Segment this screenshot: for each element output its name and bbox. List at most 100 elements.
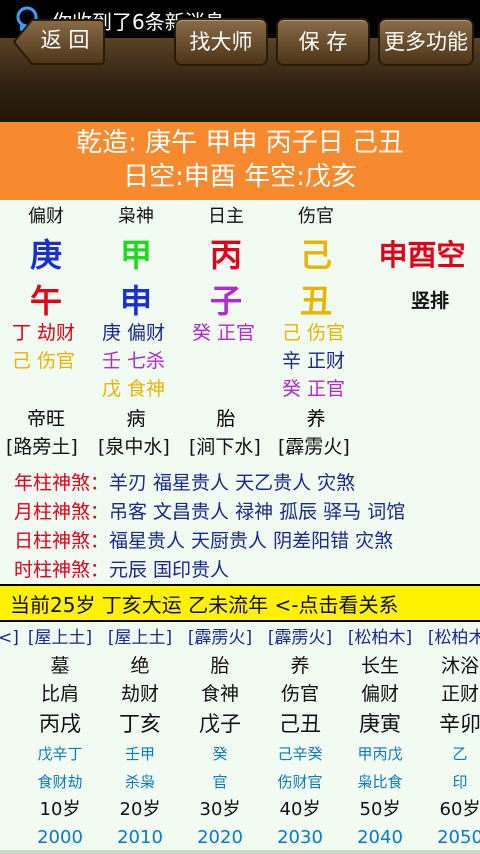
dayun-ten-god: 劫财 [120,683,159,705]
year-stem: 庚 [29,236,62,274]
dayun-column[interactable]: [松柏木] 沐浴 正财 辛卯 乙 印 60岁 2050 [418,624,480,852]
dayun-age: 50岁 [359,799,401,820]
year-hidden-stem: 己 伤官 [12,350,76,372]
shensha-label: 日柱神煞： [14,530,110,552]
year-hidden-stem: 丁 劫财 [12,322,76,344]
dayun-column[interactable]: [屋上土] 墓 比肩 丙戌 戊辛丁 食财劫 10岁 2000 [18,624,102,852]
shensha-row: 时柱神煞：元辰 国印贵人 [14,555,229,582]
dayun-column[interactable]: [霹雳火] 养 伤官 己丑 己辛癸 伤财官 40岁 2030 [258,624,342,852]
shensha-label: 年柱神煞： [14,472,110,494]
dayun-column[interactable]: [屋上土] 绝 劫财 丁亥 壬甲 杀枭 20岁 2010 [98,624,182,852]
dayun-ten-god: 伤官 [280,683,319,705]
dayun-age: 20岁 [119,799,161,820]
dayun-hidden-gods: 印 [452,773,468,791]
shensha-values: 羊刃 福星贵人 天乙贵人 灾煞 [109,472,356,494]
dayun-ganzhi: 辛卯 [439,712,480,736]
dayun-hidden-gods: 伤财官 [277,773,323,791]
dayun-age: 40岁 [279,799,321,820]
dayun-year: 2040 [357,827,403,848]
dayun-hidden-stems: 乙 [452,745,468,763]
dayun-hidden-gods: 官 [212,773,228,791]
shensha-label: 时柱神煞： [14,559,110,581]
hour-ten-god: 伤官 [298,206,334,227]
hour-life-stage: 养 [306,408,326,430]
month-stem: 甲 [119,236,152,274]
hour-nayin: [霹雳火] [278,436,350,458]
dayun-left-edge: <] [0,628,19,648]
dayun-year: 2050 [437,827,480,848]
month-hidden-stem: 庚 偏财 [102,322,166,344]
dayun-life-stage: 墓 [50,655,70,677]
dayun-nayin: [松柏木] [427,628,480,648]
dayun-age: 60岁 [439,799,480,820]
shensha-label: 月柱神煞： [14,501,110,523]
hour-stem: 己 [299,236,332,274]
month-nayin: [泉中水] [98,436,170,458]
dayun-column[interactable]: [霹雳火] 胎 食神 戊子 癸 官 30岁 2020 [178,624,262,852]
dayun-life-stage: 胎 [210,655,230,677]
day-master-label: 日主 [208,206,244,227]
back-button[interactable]: 返 回 [26,18,104,62]
hour-hidden-stem: 己 伤官 [282,322,346,344]
current-luck-bar[interactable]: 当前25岁 丁亥大运 乙未流年 <-点击看关系 [0,584,480,622]
dayun-nayin: [屋上土] [27,628,93,648]
dayun-hidden-gods: 枭比食 [357,773,403,791]
dayun-ten-god: 食神 [200,683,239,705]
year-branch: 午 [29,282,62,320]
day-nayin: [涧下水] [189,436,261,458]
more-functions-button[interactable]: 更多功能 [378,18,474,66]
dayun-year: 2020 [197,827,243,848]
month-branch: 申 [119,282,152,320]
bazi-pillars-line: 乾造: 庚午 甲申 丙子日 己丑 [76,128,404,158]
dayun-life-stage: 养 [290,655,310,677]
dayun-ganzhi: 丙戌 [39,712,81,736]
dayun-life-stage: 绝 [130,655,150,677]
day-stem: 丙 [209,236,242,274]
dayun-age: 10岁 [39,799,81,820]
dayun-ten-god: 正财 [440,683,479,705]
day-life-stage: 胎 [216,408,236,430]
year-life-stage: 帝旺 [26,408,65,430]
shensha-values: 吊客 文昌贵人 禄神 孤辰 驿马 词馆 [109,501,406,523]
scroll-indicator [0,850,480,854]
find-master-button[interactable]: 找大师 [174,18,268,66]
kong-label: 申酉空 [378,238,466,272]
dayun-ganzhi: 庚寅 [359,712,401,736]
dayun-nayin: [屋上土] [107,628,173,648]
dayun-scroll[interactable]: <] [屋上土] 墓 比肩 丙戌 戊辛丁 食财劫 10岁 2000 [屋上土] … [0,624,480,854]
year-nayin: [路旁土] [6,436,78,458]
dayun-hidden-gods: 杀枭 [124,773,155,791]
shensha-values: 福星贵人 天厨贵人 阴差阳错 灾煞 [109,530,394,552]
dayun-nayin: [霹雳火] [187,628,253,648]
month-ten-god: 枭神 [118,206,154,227]
day-branch: 子 [209,282,242,320]
dayun-ganzhi: 戊子 [199,712,241,736]
dayun-year: 2030 [277,827,323,848]
dayun-hidden-gods: 食财劫 [37,773,83,791]
dayun-column[interactable]: [松柏木] 长生 偏财 庚寅 甲丙戊 枭比食 50岁 2040 [338,624,422,852]
dayun-ganzhi: 己丑 [279,712,321,736]
hour-hidden-stem: 辛 正财 [282,350,346,372]
dayun-year: 2000 [37,827,83,848]
shensha-values: 元辰 国印贵人 [109,559,230,581]
dayun-ten-god: 比肩 [40,683,79,705]
dayun-hidden-stems: 己辛癸 [277,745,323,763]
dayun-life-stage: 长生 [360,655,399,677]
dayun-age: 30岁 [199,799,241,820]
dayun-ganzhi: 丁亥 [119,712,161,736]
dayun-nayin: [松柏木] [347,628,413,648]
month-life-stage: 病 [126,408,146,430]
shensha-row: 月柱神煞：吊客 文昌贵人 禄神 孤辰 驿马 词馆 [14,497,405,524]
day-hidden-stem: 癸 正官 [192,322,256,344]
dayun-ten-god: 偏财 [360,683,399,705]
dayun-nayin: [霹雳火] [267,628,333,648]
month-hidden-stem: 戊 食神 [102,378,166,400]
save-button[interactable]: 保 存 [276,18,370,66]
kong-wang-line: 日空:申酉 年空:戊亥 [123,162,357,192]
month-hidden-stem: 壬 七杀 [102,350,166,372]
vertical-layout-button[interactable]: 竖排 [392,286,468,313]
dayun-hidden-stems: 壬甲 [124,745,155,763]
hour-hidden-stem: 癸 正官 [282,378,346,400]
hour-branch: 丑 [299,282,332,320]
shensha-row: 年柱神煞：羊刃 福星贵人 天乙贵人 灾煞 [14,468,355,495]
